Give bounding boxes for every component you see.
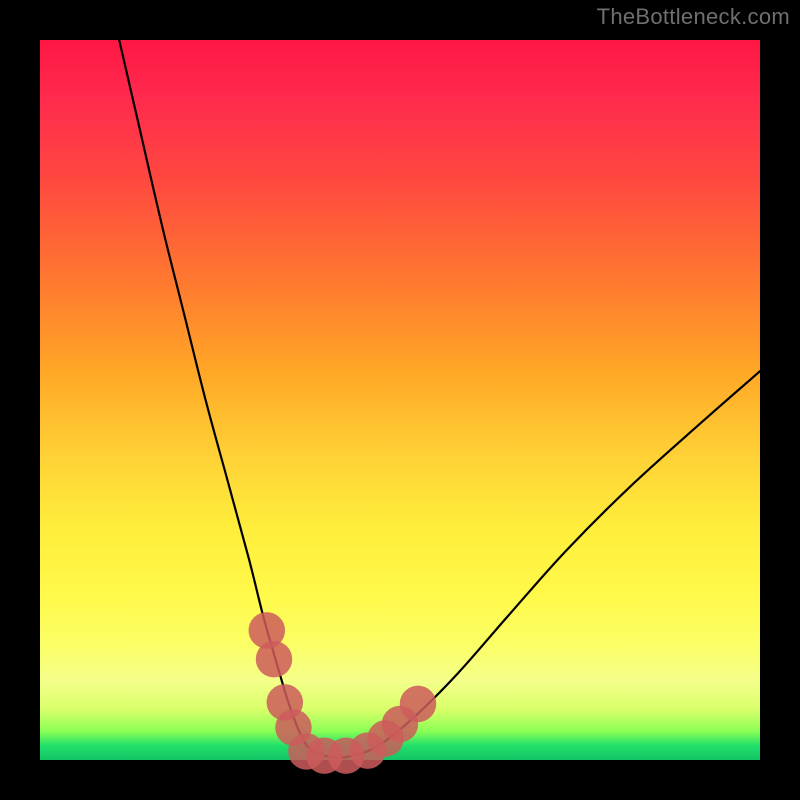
- chart-frame: TheBottleneck.com: [0, 0, 800, 800]
- bottleneck-curve-line: [119, 40, 760, 758]
- marker-dot: [400, 686, 436, 722]
- bottleneck-markers: [249, 612, 437, 774]
- chart-svg: [40, 40, 760, 760]
- plot-area: [40, 40, 760, 760]
- marker-dot: [256, 641, 292, 677]
- watermark-text: TheBottleneck.com: [597, 4, 790, 30]
